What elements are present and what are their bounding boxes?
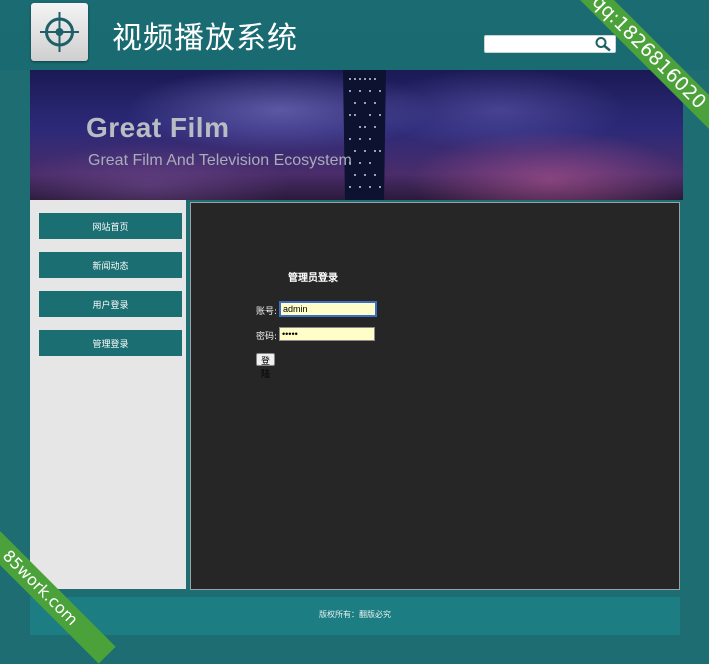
username-label: 账号: [256,307,278,317]
password-input[interactable] [279,327,375,341]
banner-subtitle: Great Film And Television Ecosystem [88,152,352,169]
login-title: 管理员登录 [288,273,338,284]
site-logo[interactable] [31,3,88,61]
search-icon[interactable] [593,36,613,52]
nav-news[interactable]: 新闻动态 [39,252,182,278]
crosshair-logo-icon [40,12,79,52]
main-content: 管理员登录 账号: 密码: 登陆 [190,202,680,590]
search-input[interactable] [487,37,591,50]
nav-home[interactable]: 网站首页 [39,213,182,239]
sidebar: 网站首页 新闻动态 用户登录 管理登录 [30,200,186,589]
footer: 版权所有：翻版必究 [30,597,680,635]
search-box[interactable] [484,35,616,53]
username-input[interactable] [279,301,377,317]
password-label: 密码: [256,332,278,342]
nav-user-login[interactable]: 用户登录 [39,291,182,317]
site-title: 视频播放系统 [112,21,298,56]
banner: Great Film Great Film And Television Eco… [30,70,683,200]
login-button[interactable]: 登陆 [256,353,275,380]
banner-title: Great Film [86,112,230,143]
copyright-text: 版权所有：翻版必究 [319,610,391,619]
nav-admin-login[interactable]: 管理登录 [39,330,182,356]
